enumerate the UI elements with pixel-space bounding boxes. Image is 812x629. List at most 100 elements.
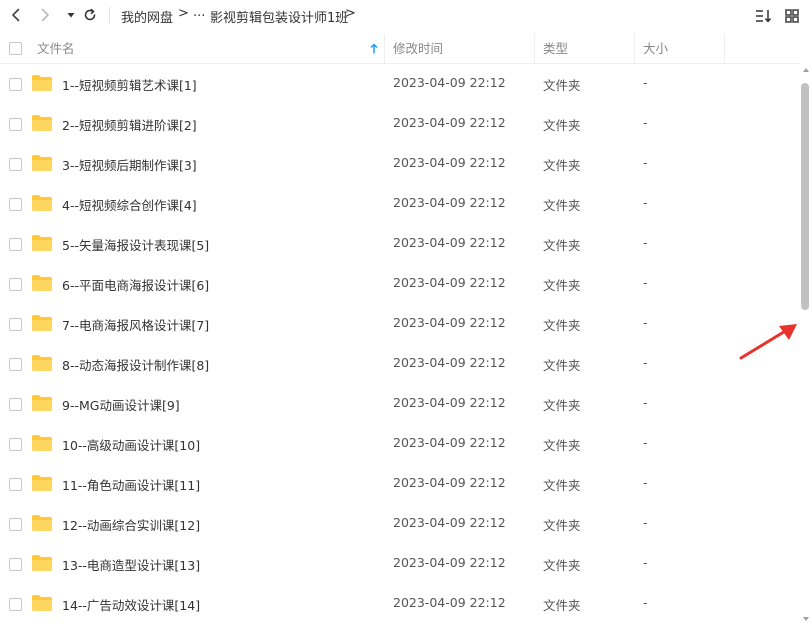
- file-row[interactable]: 12--动画综合实训课[12] 2023-04-09 22:12 文件夹 -: [0, 504, 800, 544]
- file-row[interactable]: 13--电商造型设计课[13] 2023-04-09 22:12 文件夹 -: [0, 544, 800, 584]
- file-name[interactable]: 2--短视频剪辑进阶课[2]: [62, 115, 197, 134]
- toolbar: 我的网盘 > ... 影视剪辑包装设计师1班 >: [0, 0, 812, 32]
- column-size-header[interactable]: 大小: [643, 34, 668, 64]
- file-size: -: [643, 475, 648, 490]
- column-divider[interactable]: [634, 34, 635, 64]
- file-size: -: [643, 515, 648, 530]
- file-type: 文件夹: [543, 518, 581, 533]
- column-divider[interactable]: [384, 34, 385, 64]
- select-all-checkbox[interactable]: [9, 42, 22, 55]
- file-row[interactable]: 5--矢量海报设计表现课[5] 2023-04-09 22:12 文件夹 -: [0, 224, 800, 264]
- file-size: -: [643, 155, 648, 170]
- file-row[interactable]: 10--高级动画设计课[10] 2023-04-09 22:12 文件夹 -: [0, 424, 800, 464]
- file-row[interactable]: 3--短视频后期制作课[3] 2023-04-09 22:12 文件夹 -: [0, 144, 800, 184]
- column-name-header[interactable]: 文件名: [37, 34, 75, 64]
- file-modified: 2023-04-09 22:12: [393, 75, 506, 90]
- toolbar-divider: [109, 7, 110, 23]
- chevron-left-icon: [12, 8, 20, 22]
- row-checkbox[interactable]: [9, 78, 22, 91]
- file-row[interactable]: 1--短视频剪辑艺术课[1] 2023-04-09 22:12 文件夹 -: [0, 64, 800, 104]
- row-checkbox[interactable]: [9, 278, 22, 291]
- file-name[interactable]: 12--动画综合实训课[12]: [62, 515, 200, 534]
- sort-ascending-icon[interactable]: [369, 43, 379, 55]
- file-size: -: [643, 235, 648, 250]
- breadcrumb-current[interactable]: 影视剪辑包装设计师1班: [210, 7, 348, 26]
- forward-button[interactable]: [34, 4, 56, 26]
- back-button[interactable]: [5, 4, 27, 26]
- breadcrumb-ellipsis[interactable]: ...: [193, 5, 205, 20]
- folder-icon: [32, 235, 52, 251]
- scroll-down-arrow-icon[interactable]: [802, 615, 810, 623]
- file-type: 文件夹: [543, 78, 581, 93]
- sort-button[interactable]: [752, 5, 774, 27]
- row-checkbox[interactable]: [9, 518, 22, 531]
- file-name[interactable]: 8--动态海报设计制作课[8]: [62, 355, 209, 374]
- file-size: -: [643, 315, 648, 330]
- file-name[interactable]: 7--电商海报风格设计课[7]: [62, 315, 209, 334]
- file-modified: 2023-04-09 22:12: [393, 435, 506, 450]
- scrollbar-thumb[interactable]: [801, 83, 809, 310]
- column-divider[interactable]: [534, 34, 535, 64]
- folder-icon: [32, 315, 52, 331]
- view-toggle-button[interactable]: [781, 5, 803, 27]
- row-checkbox[interactable]: [9, 398, 22, 411]
- row-checkbox[interactable]: [9, 198, 22, 211]
- file-type: 文件夹: [543, 558, 581, 573]
- folder-icon: [32, 395, 52, 411]
- row-checkbox[interactable]: [9, 318, 22, 331]
- file-row[interactable]: 6--平面电商海报设计课[6] 2023-04-09 22:12 文件夹 -: [0, 264, 800, 304]
- file-modified: 2023-04-09 22:12: [393, 355, 506, 370]
- sort-icon: [756, 10, 772, 23]
- file-name[interactable]: 11--角色动画设计课[11]: [62, 475, 200, 494]
- column-type-header[interactable]: 类型: [543, 34, 568, 64]
- file-size: -: [643, 75, 648, 90]
- folder-icon: [32, 195, 52, 211]
- column-divider[interactable]: [724, 34, 725, 64]
- file-modified: 2023-04-09 22:12: [393, 155, 506, 170]
- file-type: 文件夹: [543, 118, 581, 133]
- file-row[interactable]: 11--角色动画设计课[11] 2023-04-09 22:12 文件夹 -: [0, 464, 800, 504]
- row-checkbox[interactable]: [9, 598, 22, 611]
- breadcrumb-root[interactable]: 我的网盘: [121, 7, 173, 26]
- file-name[interactable]: 6--平面电商海报设计课[6]: [62, 275, 209, 294]
- file-row[interactable]: 2--短视频剪辑进阶课[2] 2023-04-09 22:12 文件夹 -: [0, 104, 800, 144]
- file-name[interactable]: 1--短视频剪辑艺术课[1]: [62, 75, 197, 94]
- file-row[interactable]: 7--电商海报风格设计课[7] 2023-04-09 22:12 文件夹 -: [0, 304, 800, 344]
- row-checkbox[interactable]: [9, 358, 22, 371]
- file-type: 文件夹: [543, 158, 581, 173]
- file-name[interactable]: 4--短视频综合创作课[4]: [62, 195, 197, 214]
- file-name[interactable]: 13--电商造型设计课[13]: [62, 555, 200, 574]
- file-size: -: [643, 395, 648, 410]
- folder-icon: [32, 115, 52, 131]
- column-header: 文件名 修改时间 类型 大小: [0, 34, 800, 64]
- grid-view-icon: [785, 9, 799, 23]
- folder-icon: [32, 515, 52, 531]
- file-name[interactable]: 14--广告动效设计课[14]: [62, 595, 200, 614]
- file-name[interactable]: 5--矢量海报设计表现课[5]: [62, 235, 209, 254]
- row-checkbox[interactable]: [9, 238, 22, 251]
- file-name[interactable]: 10--高级动画设计课[10]: [62, 435, 200, 454]
- scroll-up-arrow-icon[interactable]: [802, 66, 810, 74]
- folder-icon: [32, 275, 52, 291]
- row-checkbox[interactable]: [9, 438, 22, 451]
- file-type: 文件夹: [543, 398, 581, 413]
- row-checkbox[interactable]: [9, 478, 22, 491]
- folder-icon: [32, 475, 52, 491]
- column-modified-header[interactable]: 修改时间: [393, 34, 443, 64]
- file-row[interactable]: 4--短视频综合创作课[4] 2023-04-09 22:12 文件夹 -: [0, 184, 800, 224]
- file-type: 文件夹: [543, 238, 581, 253]
- row-checkbox[interactable]: [9, 118, 22, 131]
- folder-icon: [32, 435, 52, 451]
- file-type: 文件夹: [543, 598, 581, 613]
- file-modified: 2023-04-09 22:12: [393, 115, 506, 130]
- file-name[interactable]: 3--短视频后期制作课[3]: [62, 155, 197, 174]
- file-size: -: [643, 435, 648, 450]
- row-checkbox[interactable]: [9, 558, 22, 571]
- file-modified: 2023-04-09 22:12: [393, 275, 506, 290]
- file-row[interactable]: 8--动态海报设计制作课[8] 2023-04-09 22:12 文件夹 -: [0, 344, 800, 384]
- row-checkbox[interactable]: [9, 158, 22, 171]
- file-row[interactable]: 9--MG动画设计课[9] 2023-04-09 22:12 文件夹 -: [0, 384, 800, 424]
- file-name[interactable]: 9--MG动画设计课[9]: [62, 395, 180, 414]
- refresh-button[interactable]: [79, 4, 101, 26]
- file-row[interactable]: 14--广告动效设计课[14] 2023-04-09 22:12 文件夹 -: [0, 584, 800, 624]
